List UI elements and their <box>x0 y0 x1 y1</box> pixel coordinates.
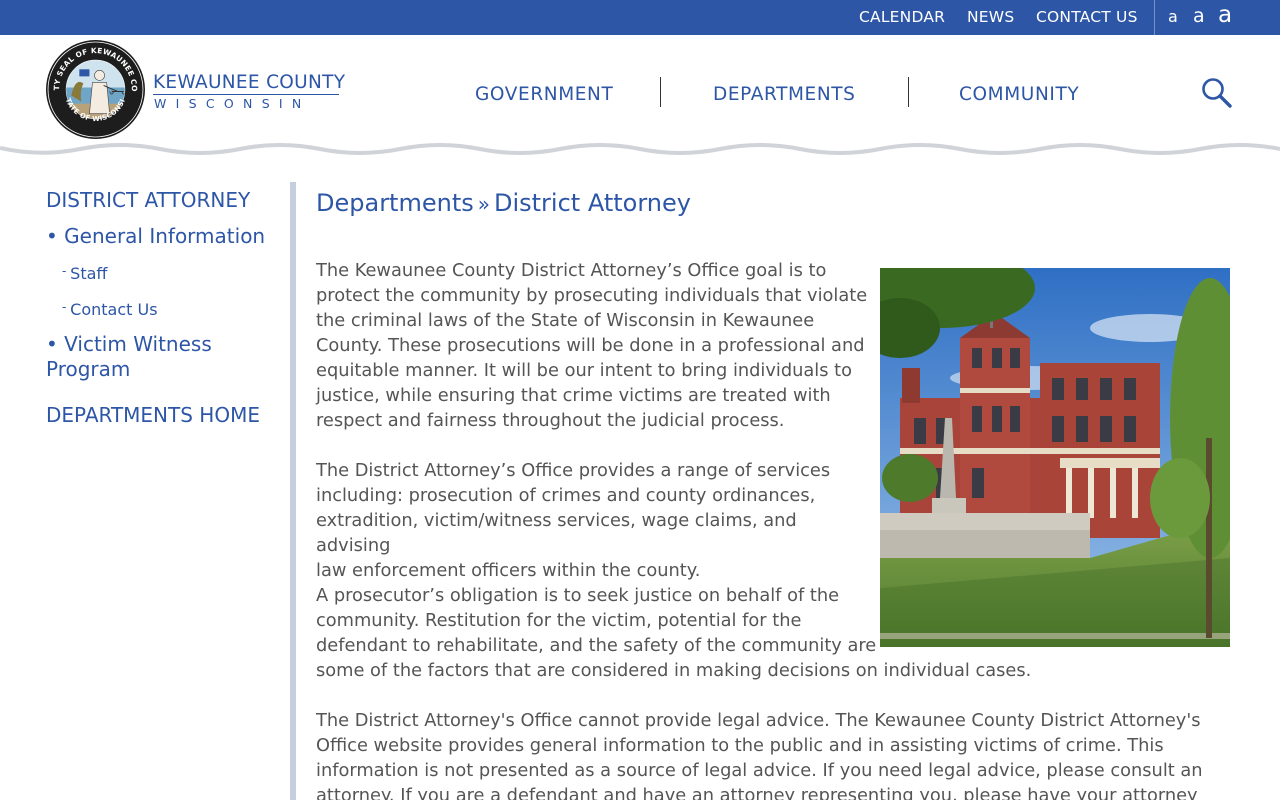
nav-departments[interactable]: DEPARTMENTS <box>713 84 856 105</box>
text-line: The Kewaunee County District Attorney’s … <box>316 260 827 281</box>
text-line: The District Attorney's Office cannot pr… <box>316 710 1201 731</box>
calendar-link[interactable]: CALENDAR <box>859 8 945 26</box>
sidebar-district-attorney[interactable]: DISTRICT ATTORNEY <box>46 188 250 212</box>
services-paragraph: The District Attorney’s Office provides … <box>316 458 876 583</box>
sidebar-item-label: General Information <box>64 224 266 248</box>
text-line: The District Attorney’s Office provides … <box>316 460 831 481</box>
bullet-icon: • <box>46 224 65 248</box>
sidebar-departments-home[interactable]: DEPARTMENTS HOME <box>46 403 260 427</box>
text-line: equitable manner. It will be our intent … <box>316 360 852 381</box>
intro-paragraph: The Kewaunee County District Attorney’s … <box>316 258 876 433</box>
sidebar-item-label: Victim Witness <box>64 332 212 356</box>
text-line: Office website provides general informat… <box>316 735 1164 756</box>
contact-us-link[interactable]: CONTACT US <box>1036 8 1138 26</box>
sidebar-item-label: Contact Us <box>70 300 158 319</box>
site-name-state[interactable]: WISCONSIN <box>154 96 311 111</box>
site-name-county[interactable]: KEWAUNEE COUNTY <box>153 72 345 93</box>
page-title: District Attorney <box>493 189 691 217</box>
search-icon[interactable] <box>1200 76 1234 110</box>
utility-bar: CALENDAR NEWS CONTACT US a a a <box>0 0 1280 35</box>
nav-divider <box>660 77 661 107</box>
obligation-paragraph: A prosecutor’s obligation is to seek jus… <box>316 583 1216 683</box>
sidebar-subitem-contact-us[interactable]: - Contact Us <box>62 300 158 319</box>
text-line: protect the community by prosecuting ind… <box>316 285 868 306</box>
logo-underline <box>153 94 339 95</box>
nav-community[interactable]: COMMUNITY <box>959 84 1079 105</box>
font-size-small-button[interactable]: a <box>1168 9 1178 25</box>
text-line: attorney. If you are a defendant and hav… <box>316 785 1198 800</box>
text-line: some of the factors that are considered … <box>316 660 1032 681</box>
text-line: justice, while ensuring that crime victi… <box>316 385 831 406</box>
text-line: extradition, victim/witness services, wa… <box>316 510 797 556</box>
legal-advice-paragraph: The District Attorney's Office cannot pr… <box>316 708 1266 800</box>
utility-divider <box>1154 0 1155 35</box>
header-wave-divider <box>0 138 1280 155</box>
sidebar-divider <box>290 182 296 800</box>
breadcrumb-separator: » <box>477 192 490 216</box>
text-line: defendant to rehabilitate, and the safet… <box>316 635 877 656</box>
text-line: the criminal laws of the State of Wiscon… <box>316 310 815 331</box>
text-line: including: prosecution of crimes and cou… <box>316 485 816 506</box>
county-seal-logo[interactable]: COUNTY SEAL OF KEWAUNEE COUNTY STATE OF … <box>45 39 146 140</box>
dash-icon: - <box>62 264 71 278</box>
breadcrumb-departments-link[interactable]: Departments <box>316 189 474 217</box>
text-line: law enforcement officers within the coun… <box>316 560 701 581</box>
text-line: information is not presented as a source… <box>316 760 1203 781</box>
bullet-icon: • <box>46 332 65 356</box>
font-size-large-button[interactable]: a <box>1218 4 1232 27</box>
news-link[interactable]: NEWS <box>967 8 1014 26</box>
text-line: community. Restitution for the victim, p… <box>316 610 802 631</box>
breadcrumb: Departments» District Attorney <box>316 189 691 217</box>
sidebar-item-victim-witness-line2[interactable]: Program <box>46 357 130 381</box>
sidebar-item-label: Staff <box>70 264 108 283</box>
dash-icon: - <box>62 300 71 314</box>
text-line: respect and fairness throughout the judi… <box>316 410 785 431</box>
font-size-medium-button[interactable]: a <box>1193 7 1205 26</box>
nav-divider <box>908 77 909 107</box>
sidebar-subitem-staff[interactable]: - Staff <box>62 264 107 283</box>
sidebar-item-general-information[interactable]: • General Information <box>46 224 265 248</box>
sidebar-item-victim-witness[interactable]: • Victim Witness <box>46 332 212 356</box>
text-line: A prosecutor’s obligation is to seek jus… <box>316 585 840 606</box>
nav-government[interactable]: GOVERNMENT <box>475 84 613 105</box>
text-line: County. These prosecutions will be done … <box>316 335 865 356</box>
